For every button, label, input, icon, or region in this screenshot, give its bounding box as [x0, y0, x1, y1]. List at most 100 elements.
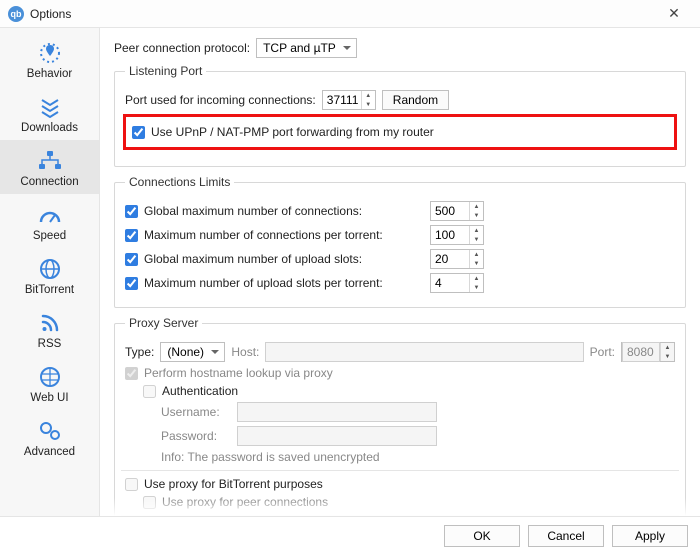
protocol-select-wrap[interactable]: TCP and µTP — [256, 38, 357, 58]
rss-icon — [35, 310, 65, 336]
per-torrent-upload-row: Maximum number of upload slots per torre… — [125, 273, 675, 293]
global-upload-label: Global maximum number of upload slots: — [144, 252, 424, 266]
use-bt-checkbox — [125, 478, 138, 491]
username-row: Username: — [161, 402, 675, 422]
port-label: Port used for incoming connections: — [125, 93, 316, 107]
password-row: Password: — [161, 426, 675, 446]
upnp-row[interactable]: Use UPnP / NAT-PMP port forwarding from … — [132, 125, 668, 139]
downloads-icon — [35, 94, 65, 120]
auth-checkbox — [143, 385, 156, 398]
sidebar-item-advanced[interactable]: Advanced — [0, 410, 99, 464]
content: Behavior Downloads Connection Speed BitT… — [0, 28, 700, 516]
globe-icon — [35, 256, 65, 282]
protocol-row: Peer connection protocol: TCP and µTP — [114, 38, 686, 58]
proxy-type-label: Type: — [125, 345, 154, 359]
proxy-host-input — [265, 342, 583, 362]
port-row: Port used for incoming connections: ▲▼ R… — [125, 90, 675, 110]
connection-icon — [35, 148, 65, 174]
main-panel: Peer connection protocol: TCP and µTP Li… — [100, 28, 700, 516]
sidebar-item-downloads[interactable]: Downloads — [0, 86, 99, 140]
global-upload-checkbox[interactable] — [125, 253, 138, 266]
protocol-select[interactable]: TCP and µTP — [256, 38, 357, 58]
password-input — [237, 426, 437, 446]
per-torrent-conn-checkbox[interactable] — [125, 229, 138, 242]
sidebar-item-label: Web UI — [30, 392, 68, 404]
sidebar-item-label: RSS — [38, 338, 62, 350]
apply-button[interactable]: Apply — [612, 525, 688, 547]
upnp-checkbox[interactable] — [132, 126, 145, 139]
proxy-type-select[interactable]: (None) — [160, 342, 225, 362]
username-input — [237, 402, 437, 422]
connection-limits-group: Connections Limits Global maximum number… — [114, 175, 686, 308]
upnp-highlight: Use UPnP / NAT-PMP port forwarding from … — [123, 114, 677, 150]
global-conn-label: Global maximum number of connections: — [144, 204, 424, 218]
sidebar-item-label: Connection — [20, 176, 78, 188]
sidebar-item-label: Advanced — [24, 446, 75, 458]
window-title: Options — [30, 7, 656, 21]
proxy-type-row: Type: (None) Host: Port: ▲▼ — [125, 342, 675, 362]
upnp-label: Use UPnP / NAT-PMP port forwarding from … — [151, 125, 434, 139]
listening-port-group: Listening Port Port used for incoming co… — [114, 64, 686, 167]
sidebar-item-speed[interactable]: Speed — [0, 194, 99, 248]
globe-lines-icon — [35, 364, 65, 390]
use-bt-row: Use proxy for BitTorrent purposes — [125, 477, 675, 491]
app-icon: qb — [8, 6, 24, 22]
port-value[interactable] — [323, 91, 361, 109]
password-info: Info: The password is saved unencrypted — [161, 450, 675, 464]
sidebar-item-label: BitTorrent — [25, 284, 74, 296]
sidebar-item-connection[interactable]: Connection — [0, 140, 99, 194]
use-peer-row: Use proxy for peer connections — [143, 495, 675, 509]
per-torrent-conn-row: Maximum number of connections per torren… — [125, 225, 675, 245]
global-upload-row: Global maximum number of upload slots: ▲… — [125, 249, 675, 269]
global-conn-row: Global maximum number of connections: ▲▼ — [125, 201, 675, 221]
speedometer-icon — [35, 202, 65, 228]
proxy-separator — [121, 470, 679, 471]
close-button[interactable]: ✕ — [656, 5, 692, 22]
proxy-port-label: Port: — [590, 345, 615, 359]
sidebar-item-label: Behavior — [27, 68, 72, 80]
sidebar-item-label: Speed — [33, 230, 66, 242]
use-peer-label: Use proxy for peer connections — [162, 495, 328, 509]
use-bt-label: Use proxy for BitTorrent purposes — [144, 477, 323, 491]
hostname-lookup-checkbox — [125, 367, 138, 380]
global-upload-input[interactable]: ▲▼ — [430, 249, 484, 269]
connection-limits-legend: Connections Limits — [125, 175, 234, 189]
per-torrent-upload-label: Maximum number of upload slots per torre… — [144, 276, 424, 290]
sidebar-item-webui[interactable]: Web UI — [0, 356, 99, 410]
per-torrent-upload-input[interactable]: ▲▼ — [430, 273, 484, 293]
use-peer-checkbox — [143, 496, 156, 509]
auth-label: Authentication — [162, 384, 238, 398]
random-port-button[interactable]: Random — [382, 90, 449, 110]
listening-port-legend: Listening Port — [125, 64, 206, 78]
sidebar: Behavior Downloads Connection Speed BitT… — [0, 28, 100, 516]
gear-heart-icon — [35, 40, 65, 66]
proxy-server-legend: Proxy Server — [125, 316, 202, 330]
protocol-label: Peer connection protocol: — [114, 41, 250, 55]
proxy-host-label: Host: — [231, 345, 259, 359]
sidebar-item-bittorrent[interactable]: BitTorrent — [0, 248, 99, 302]
ok-button[interactable]: OK — [444, 525, 520, 547]
titlebar: qb Options ✕ — [0, 0, 700, 28]
sidebar-item-behavior[interactable]: Behavior — [0, 32, 99, 86]
auth-row: Authentication — [143, 384, 675, 398]
cancel-button[interactable]: Cancel — [528, 525, 604, 547]
global-conn-checkbox[interactable] — [125, 205, 138, 218]
proxy-type-select-wrap[interactable]: (None) — [160, 342, 225, 362]
auth-block: Authentication Username: Password: Info:… — [143, 384, 675, 464]
sidebar-item-label: Downloads — [21, 122, 78, 134]
global-conn-input[interactable]: ▲▼ — [430, 201, 484, 221]
port-spinner[interactable]: ▲▼ — [361, 91, 375, 109]
proxy-server-group: Proxy Server Type: (None) Host: Port: ▲▼… — [114, 316, 686, 516]
per-torrent-upload-checkbox[interactable] — [125, 277, 138, 290]
hostname-lookup-row: Perform hostname lookup via proxy — [125, 366, 675, 380]
gears-icon — [35, 418, 65, 444]
proxy-port-input: ▲▼ — [621, 342, 675, 362]
username-label: Username: — [161, 405, 231, 419]
hostname-lookup-label: Perform hostname lookup via proxy — [144, 366, 333, 380]
per-torrent-conn-label: Maximum number of connections per torren… — [144, 228, 424, 242]
port-input[interactable]: ▲▼ — [322, 90, 376, 110]
footer: OK Cancel Apply — [0, 516, 700, 554]
sidebar-item-rss[interactable]: RSS — [0, 302, 99, 356]
per-torrent-conn-input[interactable]: ▲▼ — [430, 225, 484, 245]
password-label: Password: — [161, 429, 231, 443]
